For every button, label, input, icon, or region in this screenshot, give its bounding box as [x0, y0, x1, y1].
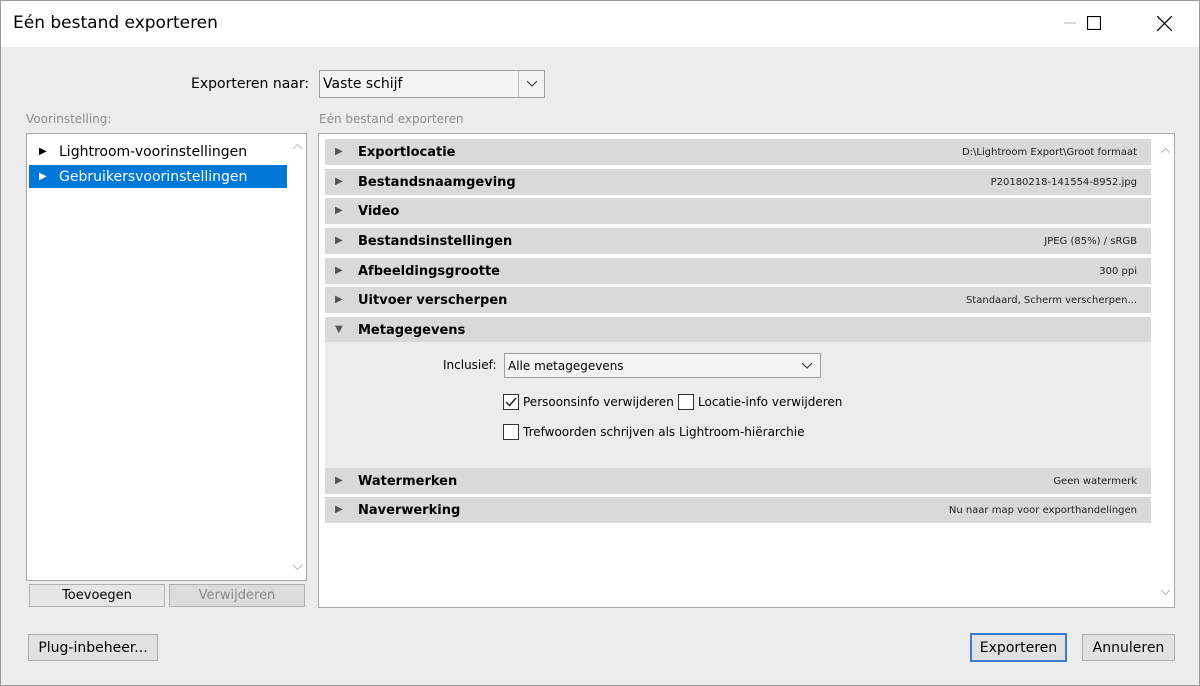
include-label: Inclusief: [443, 358, 497, 372]
section-image-sizing[interactable]: ▶ Afbeeldingsgrootte 300 ppi [325, 258, 1151, 284]
remove-preset-button[interactable]: Verwijderen [169, 584, 305, 607]
section-name: Uitvoer verscherpen [358, 292, 508, 308]
maximize-icon [1087, 16, 1101, 30]
panel-label: Eén bestand exporteren [319, 112, 464, 126]
section-post-processing[interactable]: ▶ Naverwerking Nu naar map voor exportha… [325, 497, 1151, 523]
scroll-down-icon[interactable] [289, 559, 306, 576]
window-title: Eén bestand exporteren [13, 13, 218, 33]
presets-label: Voorinstelling: [26, 112, 112, 126]
scroll-up-icon[interactable] [289, 138, 306, 155]
section-name: Metagegevens [358, 322, 466, 338]
section-output-sharpening[interactable]: ▶ Uitvoer verscherpen Standaard, Scherm … [325, 287, 1151, 313]
triangle-right-icon: ▶ [335, 235, 343, 246]
checkbox-label: Persoonsinfo verwijderen [523, 395, 674, 409]
triangle-right-icon: ▶ [39, 145, 47, 157]
triangle-right-icon: ▶ [335, 475, 343, 486]
section-name: Exportlocatie [358, 144, 456, 160]
cancel-button[interactable]: Annuleren [1082, 634, 1175, 661]
plugin-manager-button[interactable]: Plug-inbeheer... [28, 634, 158, 661]
section-name: Afbeeldingsgrootte [358, 263, 500, 279]
triangle-right-icon: ▶ [335, 205, 343, 216]
triangle-right-icon: ▶ [39, 170, 47, 182]
section-summary: P20180218-141554-8952.jpg [990, 176, 1137, 188]
add-preset-button[interactable]: Toevoegen [29, 584, 165, 607]
keywords-hierarchy-checkbox[interactable]: Trefwoorden schrijven als Lightroom-hiër… [503, 424, 805, 440]
section-name: Video [358, 203, 400, 219]
checkbox-unchecked-icon [503, 424, 519, 440]
section-summary: Standaard, Scherm verscherpen... [965, 294, 1137, 306]
preset-folder-user[interactable]: ▶ Gebruikersvoorinstellingen [29, 165, 287, 188]
triangle-right-icon: ▶ [335, 176, 343, 187]
triangle-down-icon: ▼ [335, 324, 343, 335]
section-name: Watermerken [358, 473, 458, 489]
triangle-right-icon: ▶ [335, 265, 343, 276]
triangle-right-icon: ▶ [335, 504, 343, 515]
chevron-down-icon [518, 71, 544, 97]
remove-person-info-checkbox[interactable]: Persoonsinfo verwijderen [503, 394, 674, 410]
triangle-right-icon: ▶ [335, 294, 343, 305]
close-button[interactable] [1141, 1, 1187, 45]
section-summary: Geen watermerk [1053, 475, 1137, 487]
title-bar: Eén bestand exporteren [1, 1, 1199, 47]
chevron-down-icon [794, 354, 820, 377]
remove-location-info-checkbox[interactable]: Locatie-info verwijderen [678, 394, 842, 410]
section-name: Bestandsinstellingen [358, 233, 513, 249]
checkbox-unchecked-icon [678, 394, 694, 410]
section-file-naming[interactable]: ▶ Bestandsnaamgeving P20180218-141554-89… [325, 169, 1151, 195]
section-watermarking[interactable]: ▶ Watermerken Geen watermerk [325, 468, 1151, 494]
checkbox-checked-icon [503, 394, 519, 410]
include-value: Alle metagegevens [508, 358, 624, 373]
section-name: Bestandsnaamgeving [358, 174, 516, 190]
scroll-up-icon[interactable] [1157, 142, 1174, 159]
checkbox-label: Trefwoorden schrijven als Lightroom-hiër… [523, 425, 805, 439]
export-sections-panel: ▶ Exportlocatie D:\Lightroom Export\Groo… [318, 133, 1175, 608]
export-dialog: Eén bestand exporteren Exporteren naar: … [0, 0, 1200, 686]
triangle-right-icon: ▶ [335, 146, 343, 157]
section-video[interactable]: ▶ Video [325, 198, 1151, 224]
export-to-value: Vaste schijf [323, 76, 403, 92]
metadata-options: Inclusief: Alle metagegevens Persoonsinf… [325, 342, 1151, 468]
preset-folder-label: Gebruikersvoorinstellingen [59, 168, 248, 185]
maximize-button[interactable] [1071, 1, 1117, 45]
preset-tree: ▶ Lightroom-voorinstellingen ▶ Gebruiker… [26, 133, 307, 581]
include-select[interactable]: Alle metagegevens [504, 353, 821, 378]
sections-scrollbar[interactable] [1157, 134, 1174, 607]
export-button[interactable]: Exporteren [970, 633, 1067, 662]
close-icon [1156, 15, 1172, 31]
section-summary: D:\Lightroom Export\Groot formaat [961, 146, 1137, 158]
section-summary: 300 ppi [1099, 265, 1137, 277]
preset-scrollbar[interactable] [289, 134, 306, 580]
section-name: Naverwerking [358, 502, 461, 518]
export-to-label: Exporteren naar: [191, 76, 310, 92]
section-summary: JPEG (85%) / sRGB [1044, 235, 1137, 247]
preset-folder-label: Lightroom-voorinstellingen [59, 143, 248, 160]
section-file-settings[interactable]: ▶ Bestandsinstellingen JPEG (85%) / sRGB [325, 228, 1151, 254]
export-to-select[interactable]: Vaste schijf [319, 70, 545, 98]
checkbox-label: Locatie-info verwijderen [698, 395, 843, 409]
section-export-location[interactable]: ▶ Exportlocatie D:\Lightroom Export\Groo… [325, 139, 1151, 165]
preset-folder-lightroom[interactable]: ▶ Lightroom-voorinstellingen [29, 140, 287, 163]
scroll-down-icon[interactable] [1157, 584, 1174, 601]
section-summary: Nu naar map voor exporthandelingen [948, 504, 1137, 516]
section-metadata[interactable]: ▼ Metagegevens [325, 317, 1151, 343]
